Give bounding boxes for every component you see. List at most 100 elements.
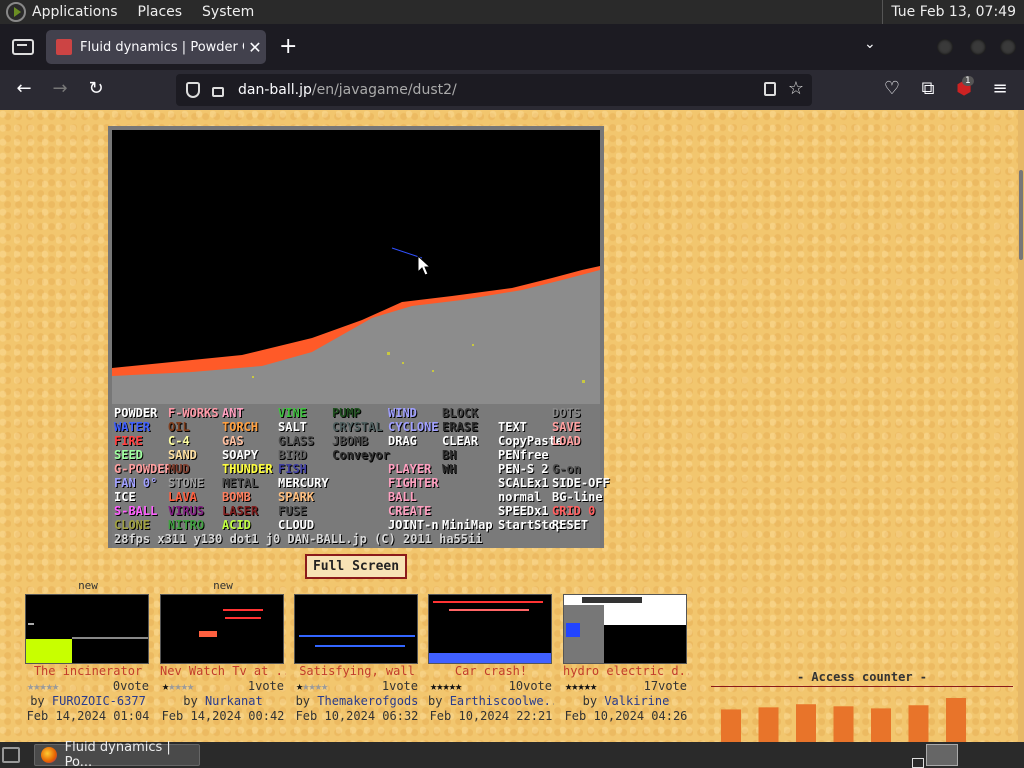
menu-item-oil[interactable]: OIL: [168, 420, 190, 434]
list-all-tabs-icon[interactable]: ⌄: [864, 36, 876, 52]
reader-view-icon[interactable]: [764, 82, 776, 96]
game-canvas[interactable]: [112, 130, 600, 404]
menu-item-mud[interactable]: MUD: [168, 462, 190, 476]
applications-icon[interactable]: [6, 2, 26, 22]
menu-item-cloud[interactable]: CLOUD: [278, 518, 314, 532]
tracking-protection-icon[interactable]: [186, 82, 200, 98]
thumbnail-card[interactable]: new Nev Watch Tv at ... ★★★★★ 1vote by Nurka…: [160, 578, 286, 724]
author-link[interactable]: Valkirine: [604, 694, 669, 708]
thumbnail-title[interactable]: Nev Watch Tv at ...: [160, 664, 286, 679]
menu-item-nitro[interactable]: NITRO: [168, 518, 204, 532]
menu-icon[interactable]: ≡: [988, 78, 1012, 99]
author-link[interactable]: Themakerofgods: [317, 694, 418, 708]
menu-item-fighter[interactable]: FIGHTER: [388, 476, 439, 490]
menu-item-torch[interactable]: TORCH: [222, 420, 258, 434]
thumbnail-title[interactable]: Satisfying, wall: [294, 664, 420, 679]
menu-item-powder[interactable]: POWDER: [114, 406, 157, 420]
system-menu[interactable]: System: [202, 4, 254, 20]
menu-item-load[interactable]: LOAD: [552, 434, 581, 448]
menu-item-normal[interactable]: normal: [498, 490, 541, 504]
menu-item-s-ball[interactable]: S-BALL: [114, 504, 157, 518]
thumbnail-title[interactable]: hydro electric d...: [563, 664, 689, 679]
menu-item-wind[interactable]: WIND: [388, 406, 417, 420]
author-link[interactable]: Nurkanat: [205, 694, 263, 708]
thumbnail-title[interactable]: Car crash!: [428, 664, 554, 679]
menu-item-soapy[interactable]: SOAPY: [222, 448, 258, 462]
maximize-button[interactable]: [970, 39, 986, 55]
menu-item-fish[interactable]: FISH: [278, 462, 307, 476]
menu-item-create[interactable]: CREATE: [388, 504, 431, 518]
thumbnail-card[interactable]: Car crash! ★★★★★ 10vote by Earthiscoolwe...…: [428, 578, 554, 724]
menu-item-water[interactable]: WATER: [114, 420, 150, 434]
menu-item-thunder[interactable]: THUNDER: [222, 462, 273, 476]
menu-item-g-on[interactable]: G-on: [552, 462, 581, 476]
star-rating-icon[interactable]: ★★★★★: [565, 679, 597, 694]
menu-item-pen-s-2[interactable]: PEN-S 2: [498, 462, 549, 476]
thumbnail-image[interactable]: [428, 594, 552, 664]
menu-item-metal[interactable]: METAL: [222, 476, 258, 490]
star-rating-icon[interactable]: ★★★★★: [27, 679, 59, 694]
menu-item-cyclone[interactable]: CYCLONE: [388, 420, 439, 434]
menu-item-scalex1[interactable]: SCALEx1: [498, 476, 549, 490]
menu-item-seed[interactable]: SEED: [114, 448, 143, 462]
full-screen-button[interactable]: Full Screen: [305, 554, 407, 579]
back-icon[interactable]: ←: [12, 78, 36, 99]
lock-icon[interactable]: [212, 87, 224, 97]
tab-active[interactable]: Fluid dynamics | Powder Ga ✕: [46, 30, 266, 64]
menu-item-glass[interactable]: GLASS: [278, 434, 314, 448]
thumbnail-image[interactable]: [563, 594, 687, 664]
menu-item-c-4[interactable]: C-4: [168, 434, 190, 448]
menu-item-erase[interactable]: ERASE: [442, 420, 478, 434]
menu-item-clone[interactable]: CLONE: [114, 518, 150, 532]
menu-item-sand[interactable]: SAND: [168, 448, 197, 462]
reload-icon[interactable]: ↻: [84, 78, 108, 99]
menu-item-lava[interactable]: LAVA: [168, 490, 197, 504]
star-rating-icon[interactable]: ★★★★★: [162, 679, 194, 694]
menu-item-laser[interactable]: LASER: [222, 504, 258, 518]
pocket-icon[interactable]: ♡: [880, 78, 904, 99]
thumbnail-card[interactable]: Satisfying, wall ★★★★★ 1vote by Themakerofg…: [294, 578, 420, 724]
tab-close-icon[interactable]: ✕: [244, 38, 266, 57]
menu-item-minimap[interactable]: MiniMap: [442, 518, 493, 532]
thumbnail-card[interactable]: new The incinerator ★★★★★ 0vote by FUROZOIC-…: [25, 578, 151, 724]
menu-item-mercury[interactable]: MERCURY: [278, 476, 329, 490]
menu-item-reset[interactable]: RESET: [552, 518, 588, 532]
menu-item-ice[interactable]: ICE: [114, 490, 136, 504]
applications-menu[interactable]: Applications: [32, 4, 118, 20]
menu-item-ant[interactable]: ANT: [222, 406, 244, 420]
menu-item-grid-0[interactable]: GRID 0: [552, 504, 595, 518]
forward-icon[interactable]: →: [48, 78, 72, 99]
thumbnail-card[interactable]: hydro electric d... ★★★★★ 17vote by Valkiri…: [563, 578, 689, 724]
workspace-switcher[interactable]: [912, 758, 924, 768]
menu-item-jbomb[interactable]: JBOMB: [332, 434, 368, 448]
places-menu[interactable]: Places: [138, 4, 183, 20]
menu-item-drag[interactable]: DRAG: [388, 434, 417, 448]
menu-item-f-works[interactable]: F-WORKS: [168, 406, 219, 420]
menu-item-pump[interactable]: PUMP: [332, 406, 361, 420]
firefox-view-icon[interactable]: [12, 39, 34, 55]
menu-item-virus[interactable]: VIRUS: [168, 504, 204, 518]
menu-item-penfree[interactable]: PENfree: [498, 448, 549, 462]
menu-item-save[interactable]: SAVE: [552, 420, 581, 434]
menu-item-ball[interactable]: BALL: [388, 490, 417, 504]
star-rating-icon[interactable]: ★★★★★: [296, 679, 328, 694]
menu-item-text[interactable]: TEXT: [498, 420, 527, 434]
menu-item-acid[interactable]: ACID: [222, 518, 251, 532]
menu-item-fuse[interactable]: FUSE: [278, 504, 307, 518]
workspace-active[interactable]: [926, 744, 958, 766]
menu-item-clear[interactable]: CLEAR: [442, 434, 478, 448]
menu-item-block[interactable]: BLOCK: [442, 406, 478, 420]
menu-item-player[interactable]: PLAYER: [388, 462, 431, 476]
menu-item-gas[interactable]: GAS: [222, 434, 244, 448]
menu-item-bomb[interactable]: BOMB: [222, 490, 251, 504]
element-menu[interactable]: POWDER F-WORKS ANT VINE PUMP WIND BLOCK DOTS WAT…: [112, 404, 610, 548]
menu-item-g-powder[interactable]: G-POWDER: [114, 462, 172, 476]
menu-item-bird[interactable]: BIRD: [278, 448, 307, 462]
menu-item-fire[interactable]: FIRE: [114, 434, 143, 448]
author-link[interactable]: FUROZOIC-6377: [52, 694, 146, 708]
menu-item-wh[interactable]: WH: [442, 462, 456, 476]
menu-item-fan-0-[interactable]: FAN 0°: [114, 476, 157, 490]
bookmark-star-icon[interactable]: ☆: [788, 78, 804, 99]
thumbnail-image[interactable]: [294, 594, 418, 664]
menu-item-speedx1[interactable]: SPEEDx1: [498, 504, 549, 518]
